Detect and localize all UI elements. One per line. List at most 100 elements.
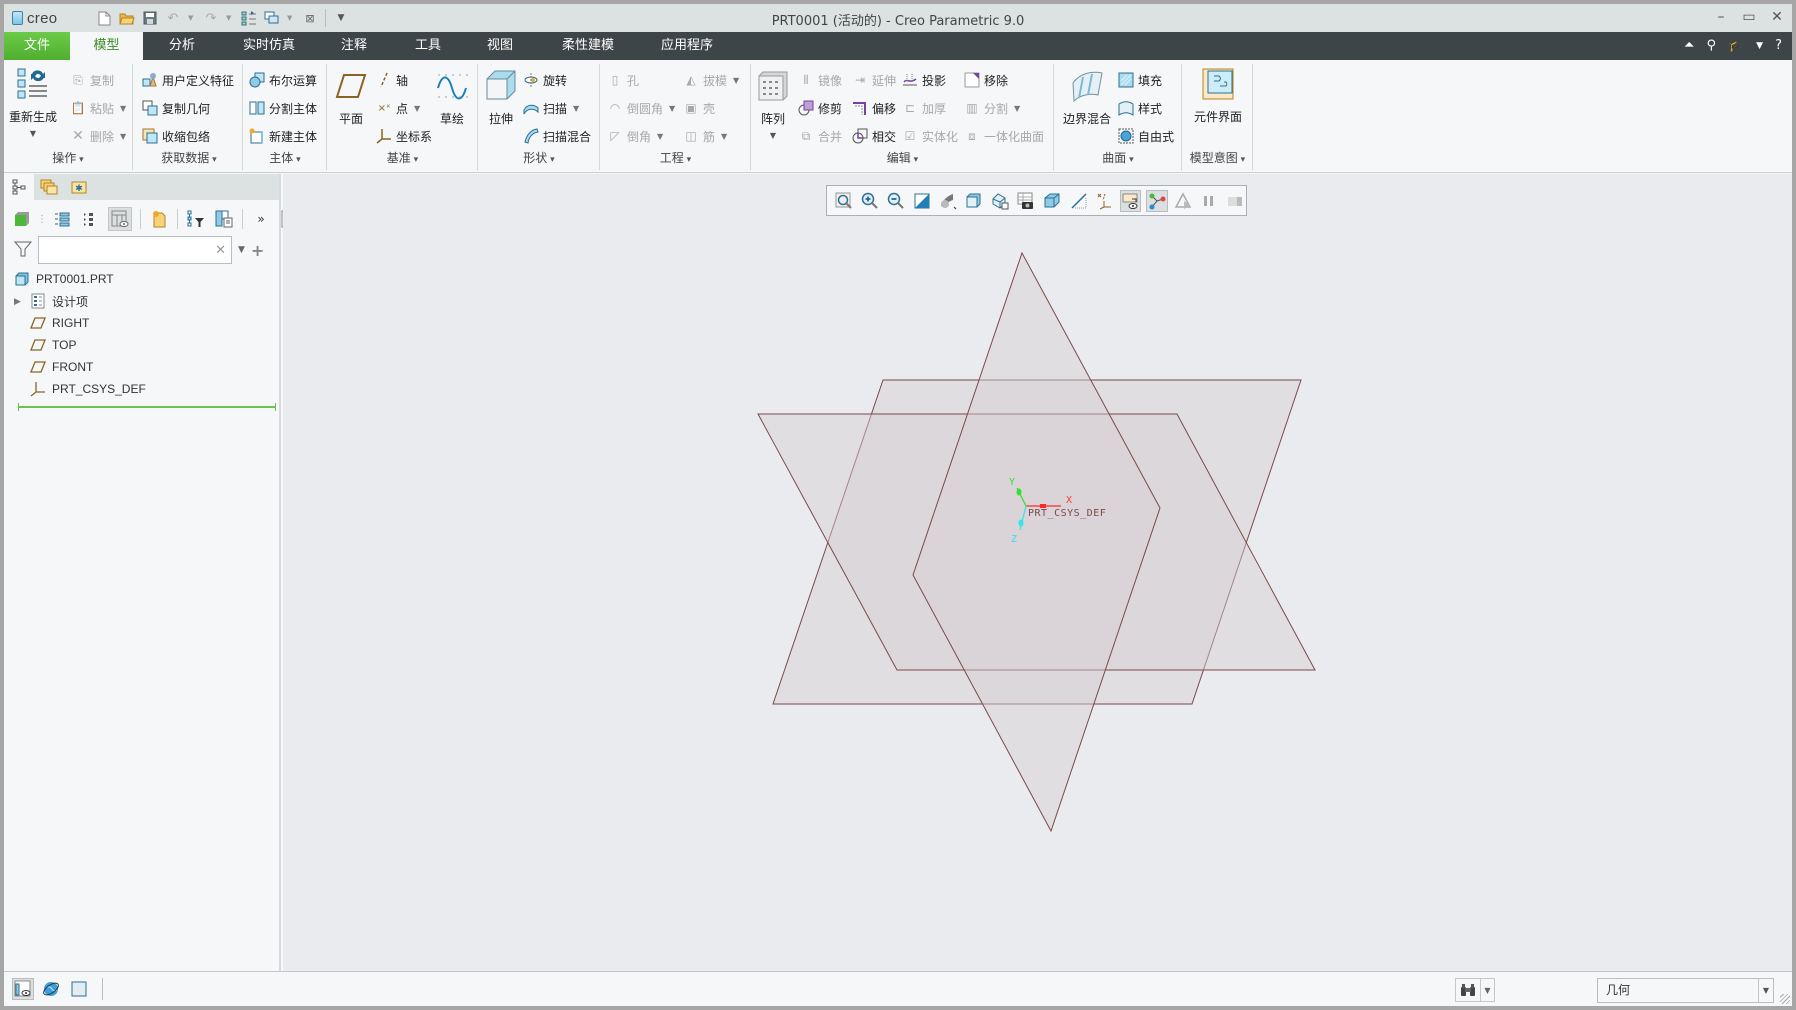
group-label-engineering[interactable]: 工程: [601, 149, 750, 166]
tab-favorites[interactable]: ✱: [64, 174, 94, 200]
chamfer-button[interactable]: ◸ 倒角 ▼: [607, 126, 663, 146]
tab-applications[interactable]: 应用程序: [655, 32, 719, 60]
freestyle-button[interactable]: 自由式: [1118, 126, 1174, 146]
chamfer-dropdown-icon[interactable]: ▼: [657, 132, 663, 141]
chevron-down-icon[interactable]: ▼: [1758, 979, 1773, 1002]
thicken-button[interactable]: ⊏ 加厚: [902, 98, 946, 118]
offset-button[interactable]: 偏移: [852, 98, 896, 118]
hole-button[interactable]: ▯ 孔: [607, 70, 639, 90]
clear-search-icon[interactable]: ✕: [215, 243, 226, 258]
group-label-get-data[interactable]: 获取数据: [136, 149, 242, 166]
more-tools-icon[interactable]: »: [251, 209, 271, 229]
copy-geometry-button[interactable]: 复制几何: [142, 98, 210, 118]
rib-button[interactable]: ◫ 筋 ▼: [683, 126, 727, 146]
pattern-button[interactable]: 阵列 ▼: [756, 68, 790, 140]
point-dropdown-icon[interactable]: ▼: [414, 104, 420, 113]
saved-orientations-icon[interactable]: [964, 190, 985, 212]
perspective-view-icon[interactable]: [1016, 190, 1037, 212]
show-navigator-icon[interactable]: [12, 978, 34, 1000]
help-icon[interactable]: ?: [1775, 38, 1782, 53]
round-dropdown-icon[interactable]: ▼: [669, 104, 675, 113]
delete-button[interactable]: ✕ 删除 ▼: [70, 126, 126, 146]
copy-button[interactable]: ⎘ 复制: [70, 70, 114, 90]
fill-button[interactable]: 填充: [1118, 70, 1162, 90]
solidify-button[interactable]: ☑ 实体化: [902, 126, 958, 146]
tree-item-top[interactable]: TOP: [14, 334, 274, 356]
regenerate-button[interactable]: 重新生成 ▼: [8, 66, 58, 138]
extend-button[interactable]: ⇥ 延伸: [852, 70, 896, 90]
group-label-shapes[interactable]: 形状: [479, 149, 599, 166]
csys-button[interactable]: 坐标系: [376, 126, 432, 146]
tree-item-front[interactable]: FRONT: [14, 356, 274, 378]
zoom-out-icon[interactable]: [885, 190, 906, 212]
resize-grip-icon[interactable]: [1780, 994, 1790, 1004]
tab-tools[interactable]: 工具: [406, 32, 450, 60]
point-button[interactable]: ×ˣ 点 ▼: [376, 98, 421, 118]
component-interface-button[interactable]: 元件界面: [1189, 66, 1247, 125]
simulation-icon[interactable]: [1173, 190, 1194, 212]
expand-all-icon[interactable]: [52, 209, 72, 229]
add-filter-icon[interactable]: +: [251, 241, 264, 260]
part-cube-icon[interactable]: [12, 209, 32, 229]
boundary-blend-button[interactable]: 边界混合: [1061, 68, 1113, 127]
search-icon[interactable]: ⚲: [1706, 38, 1716, 53]
graphics-window[interactable]: X Y Z PRT_CSYS_DEF: [283, 174, 1792, 971]
tab-view[interactable]: 视图: [478, 32, 522, 60]
tab-file[interactable]: 文件: [4, 32, 70, 60]
tab-annotate[interactable]: 注释: [332, 32, 376, 60]
tree-item-part[interactable]: PRT0001.PRT: [14, 268, 274, 290]
delete-dropdown-icon[interactable]: ▼: [120, 132, 126, 141]
zoom-in-icon[interactable]: [859, 190, 880, 212]
tab-flexible-modeling[interactable]: 柔性建模: [556, 32, 620, 60]
orient-mode-icon[interactable]: [1146, 189, 1168, 212]
tree-search-input[interactable]: ✕: [38, 236, 232, 264]
pause-icon[interactable]: [1199, 190, 1220, 212]
display-style-icon[interactable]: [937, 190, 958, 212]
group-label-datum[interactable]: 基准: [328, 149, 477, 166]
display-settings-icon[interactable]: [1225, 190, 1246, 212]
tree-filter-icon[interactable]: [186, 209, 206, 229]
group-label-model-intent[interactable]: 模型意图: [1183, 149, 1252, 166]
tree-item-design-items[interactable]: ▶ 设计项: [14, 290, 274, 312]
filter-icon[interactable]: [13, 240, 33, 261]
paste-button[interactable]: 📋 粘贴 ▼: [70, 98, 127, 118]
drag-handle-icon[interactable]: ⋮: [37, 209, 47, 229]
binoculars-icon[interactable]: [1456, 979, 1480, 1001]
browser-icon[interactable]: [40, 978, 62, 1000]
tab-model[interactable]: 模型: [70, 32, 143, 60]
axis-button[interactable]: 轴: [376, 70, 408, 90]
annotation-display-icon[interactable]: [1094, 190, 1115, 212]
style-button[interactable]: 样式: [1118, 98, 1162, 118]
shell-button[interactable]: ▣ 壳: [683, 98, 715, 118]
tab-model-tree[interactable]: [4, 174, 34, 200]
view-manager-icon[interactable]: [990, 190, 1011, 212]
plane-button[interactable]: 平面: [332, 68, 370, 127]
maximize-icon[interactable]: ▭: [1742, 8, 1756, 26]
project-button[interactable]: 投影: [902, 70, 946, 90]
remove-button[interactable]: 移除: [964, 70, 1008, 90]
intersect-button[interactable]: 相交: [852, 126, 896, 146]
tree-item-right[interactable]: RIGHT: [14, 312, 274, 334]
rib-dropdown-icon[interactable]: ▼: [721, 132, 727, 141]
3d-scene[interactable]: X Y Z PRT_CSYS_DEF: [283, 174, 1792, 971]
group-label-editing[interactable]: 编辑: [752, 149, 1053, 166]
group-label-surfaces[interactable]: 曲面: [1055, 149, 1181, 166]
draft-dropdown-icon[interactable]: ▼: [733, 76, 739, 85]
trim-button[interactable]: 修剪: [798, 98, 842, 118]
expand-arrow-icon[interactable]: ▶: [14, 296, 24, 307]
split-button[interactable]: ▥ 分割 ▼: [964, 98, 1020, 118]
boolean-button[interactable]: 布尔运算: [249, 70, 317, 90]
sweep-dropdown-icon[interactable]: ▼: [573, 104, 579, 113]
spin-center-icon[interactable]: [1120, 189, 1142, 212]
section-icon[interactable]: [1042, 190, 1063, 212]
insert-feature-icon[interactable]: [149, 209, 169, 229]
swept-blend-button[interactable]: 扫描混合: [523, 126, 591, 146]
full-screen-icon[interactable]: [68, 978, 90, 1000]
sketch-button[interactable]: 草绘: [432, 68, 472, 127]
selection-filter-dropdown[interactable]: 几何 ▼: [1597, 978, 1774, 1003]
minimize-icon[interactable]: –: [1714, 8, 1728, 26]
tree-item-csys[interactable]: PRT_CSYS_DEF: [14, 378, 274, 400]
tree-columns-icon[interactable]: [214, 209, 234, 229]
tab-analysis[interactable]: 分析: [160, 32, 204, 60]
datum-display-filters-icon[interactable]: [1068, 190, 1089, 212]
